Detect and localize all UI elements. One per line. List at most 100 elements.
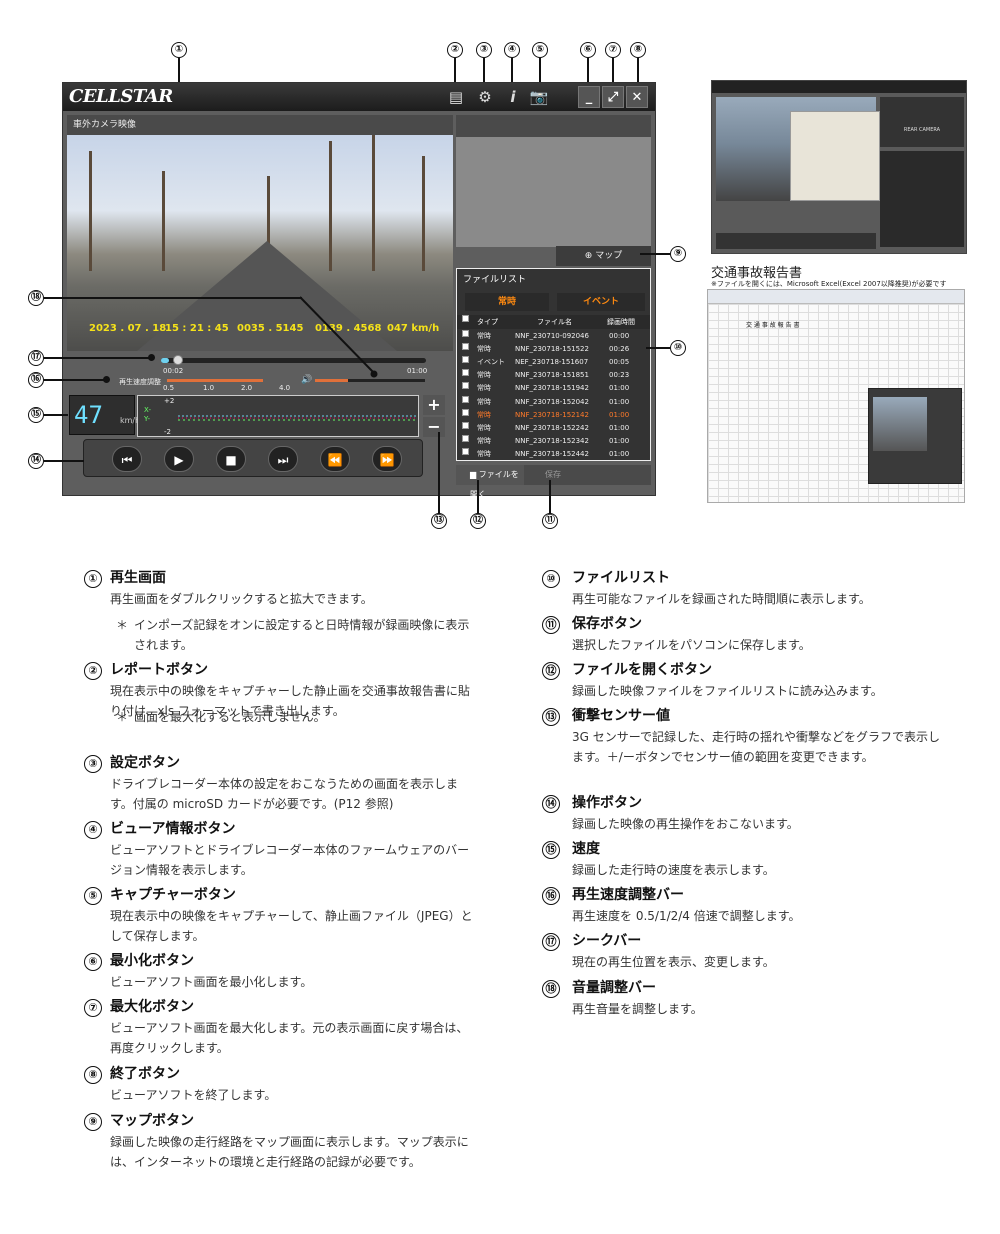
item-number: ⑤ [84, 887, 102, 905]
tab-event[interactable]: イベント [557, 293, 645, 311]
report-sheet: 交 通 事 故 報 告 書 [707, 289, 965, 503]
item-title: 音量調整バー [572, 980, 656, 996]
item-title: 再生速度調整バー [572, 887, 684, 903]
rewind-icon[interactable]: ⏪ [320, 446, 350, 472]
table-row[interactable]: 常時 NNF_230718-152442 01:00 [457, 447, 650, 461]
callout-14: ⑭ [28, 453, 44, 469]
playback-speed-bar[interactable] [167, 379, 263, 382]
table-row[interactable]: 常時 NNF_230718-151851 00:23 [457, 369, 650, 382]
leader-7 [612, 58, 614, 84]
item-title: キャプチャーボタン [110, 887, 236, 903]
row-checkbox[interactable] [462, 382, 469, 390]
item-title: 最小化ボタン [110, 953, 194, 969]
open-file-button[interactable]: ▆ ファイルを開く [456, 465, 524, 499]
table-row[interactable]: 常時 NNF_230718-151942 01:00 [457, 382, 650, 395]
header-type: タイプ [477, 318, 498, 326]
row-duration: 00:00 [609, 332, 630, 340]
item-body: ビューアソフト画面を最大化します。元の表示画面に戻す場合は、再度クリックします。 [110, 1021, 469, 1055]
row-checkbox[interactable] [462, 356, 469, 364]
item-body: 再生音量を調整します。 [572, 1002, 703, 1016]
item-title: ビューア情報ボタン [110, 821, 236, 837]
callout-16: ⑯ [28, 372, 44, 388]
speed-tick: 1.0 [203, 384, 215, 392]
map-button[interactable]: ⊕ マップ [556, 246, 651, 266]
table-row[interactable]: 常時 NNF_230718-151522 00:26 [457, 343, 650, 356]
plus-button[interactable]: + [423, 395, 445, 415]
speed-value: 47 [74, 401, 103, 429]
item-title: レポートボタン [110, 662, 208, 678]
item-number: ⑪ [542, 616, 560, 634]
row-duration: 01:00 [609, 423, 630, 432]
item-number: ① [84, 570, 102, 588]
map-button-label: マップ [595, 251, 623, 261]
skip-start-icon[interactable]: ⏮ [112, 446, 142, 472]
tab-normal[interactable]: 常時 [465, 293, 549, 311]
row-filename: NNF_230710-092046 [515, 332, 589, 340]
item-title: 衝撃センサー値 [572, 708, 670, 724]
gear-icon[interactable]: ⚙ [475, 87, 495, 107]
item-title: シークバー [572, 933, 642, 949]
row-type: イベント [477, 358, 505, 367]
row-filename: NNF_230718-152342 [515, 436, 589, 445]
minus-button[interactable]: − [423, 417, 445, 437]
maximize-button[interactable]: ⤢ [602, 86, 624, 108]
leader-10 [646, 347, 670, 349]
file-list: ファイルリスト 常時 イベント タイプ ファイル名 録画時間 常時 NNF_230… [456, 268, 651, 461]
table-row[interactable]: 常時 NNF_230718-152342 01:00 [457, 434, 650, 448]
camera-icon[interactable]: 📷 [529, 87, 549, 107]
leader-11 [549, 480, 551, 514]
save-button[interactable]: 保存 [525, 465, 587, 485]
folder-icon: ▆ [470, 470, 479, 479]
row-checkbox[interactable] [462, 447, 469, 455]
cellstar-logo: CELLSTAR [69, 86, 173, 107]
table-row[interactable]: 常時 NNF_230710-092046 00:00 [457, 330, 650, 343]
seek-knob[interactable] [172, 355, 183, 365]
item-body: 再生可能なファイルを録画された時間順に表示します。 [572, 592, 871, 606]
minimize-button[interactable]: _ [578, 86, 600, 108]
row-checkbox[interactable] [462, 343, 469, 351]
callout-9: ⑨ [670, 246, 686, 262]
item-body: ビューアソフトを終了します。 [110, 1088, 277, 1102]
callout-13: ⑬ [431, 513, 447, 529]
play-icon[interactable]: ▶ [164, 446, 194, 472]
row-checkbox[interactable] [462, 395, 469, 403]
table-row[interactable]: 常時 NNF_230718-152142 01:00 [457, 408, 650, 422]
row-duration: 01:00 [609, 410, 630, 419]
row-checkbox[interactable] [462, 421, 469, 429]
map-area [456, 137, 651, 247]
thumb-rear-camera: REAR CAMERA [880, 97, 964, 147]
leader-9 [640, 253, 670, 255]
table-row[interactable]: イベント NEF_230718-151607 00:05 [457, 356, 650, 369]
thumb-titlebar [712, 81, 966, 93]
leader-6 [587, 58, 589, 84]
file-list-title: ファイルリスト [463, 275, 527, 285]
row-checkbox[interactable] [462, 369, 469, 377]
item-number: ⑰ [542, 933, 560, 951]
leader-15 [44, 414, 68, 416]
step-forward-icon[interactable]: ⏭ [268, 446, 298, 472]
callout-18: ⑱ [28, 290, 44, 306]
report-icon[interactable]: ▤ [446, 87, 466, 107]
leader-18-diag [299, 296, 378, 378]
title-bar: CELLSTAR ▤ ⚙ i 📷 _ ⤢ ✕ [63, 83, 655, 111]
sheet-toolbar [708, 290, 964, 304]
row-checkbox[interactable] [462, 408, 469, 416]
item-note: ＊ 画面を最大化すると表示しません。 [116, 707, 480, 727]
maximized-screenshot: REAR CAMERA [711, 80, 967, 254]
row-type: 常時 [477, 410, 491, 419]
select-all-checkbox[interactable] [462, 315, 469, 322]
report-note: ※ファイルを開くには、Microsoft Excel(Excel 2007以降推… [711, 280, 947, 288]
row-duration: 01:00 [609, 397, 630, 406]
viewer-window: CELLSTAR ▤ ⚙ i 📷 _ ⤢ ✕ 車外カメラ映像 2023 . 07… [62, 82, 656, 499]
stop-icon[interactable]: ■ [216, 446, 246, 472]
row-checkbox[interactable] [462, 434, 469, 442]
info-icon[interactable]: i [503, 87, 523, 107]
row-checkbox[interactable] [462, 330, 469, 337]
close-button[interactable]: ✕ [626, 86, 648, 108]
table-row[interactable]: 常時 NNF_230718-152242 01:00 [457, 421, 650, 435]
fast-forward-icon[interactable]: ⏩ [372, 446, 402, 472]
g-sensor-graph: +2 X- Y- -2 [137, 395, 419, 437]
row-duration: 00:05 [609, 358, 630, 367]
callout-3: ③ [476, 42, 492, 58]
table-row[interactable]: 常時 NNF_230718-152042 01:00 [457, 395, 650, 409]
